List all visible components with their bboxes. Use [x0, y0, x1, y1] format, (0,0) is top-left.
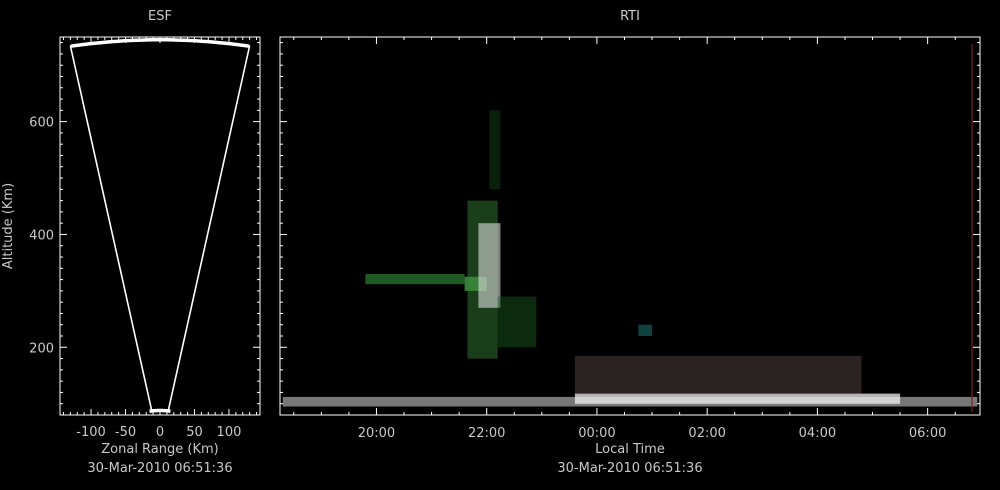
esf-y-tick-label: 400 — [29, 228, 54, 243]
rti-echo-region — [638, 324, 653, 336]
esf-y-tick-label: 200 — [29, 341, 54, 356]
esf-x-tick-label: -50 — [115, 425, 136, 440]
rti-x-tick-label: 02:00 — [688, 426, 725, 441]
rti-xlabel: Local Time — [595, 442, 665, 457]
esf-footer: 30-Mar-2010 06:51:36 — [87, 461, 232, 476]
rti-echo-region — [574, 393, 901, 404]
rti-echo-region — [365, 274, 465, 285]
rti-x-tick-label: 00:00 — [578, 426, 615, 441]
esf-xlabel: Zonal Range (Km) — [101, 442, 218, 457]
rti-title: RTI — [620, 9, 640, 24]
esf-x-tick-label: -100 — [76, 425, 106, 440]
rti-footer: 30-Mar-2010 06:51:36 — [557, 461, 702, 476]
rti-x-tick-label: 20:00 — [358, 426, 395, 441]
rti-x-tick-label: 04:00 — [799, 426, 836, 441]
esf-x-tick-label: 100 — [217, 425, 242, 440]
esf-title: ESF — [148, 9, 172, 24]
esf-ylabel: Altitude (Km) — [1, 183, 16, 269]
rti-echo-region — [574, 355, 862, 394]
rti-x-tick-label: 06:00 — [909, 426, 946, 441]
esf-x-tick-label: 0 — [156, 425, 164, 440]
radar-figure: ESF -100 -50 0 50 100 200 400 600 Zonal Range (… — [0, 0, 1000, 490]
esf-x-tick-label: 50 — [186, 425, 203, 440]
rti-echo-region — [497, 296, 537, 348]
rti-echo-region — [478, 223, 501, 308]
esf-y-tick-label: 600 — [29, 116, 54, 131]
rti-echo-region — [489, 110, 501, 190]
rti-x-tick-label: 22:00 — [468, 426, 505, 441]
